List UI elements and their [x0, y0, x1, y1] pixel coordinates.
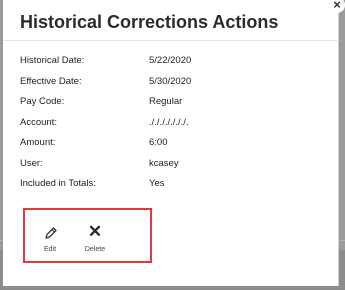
close-icon: × [333, 0, 341, 12]
field-user: User: kcasey [20, 158, 330, 179]
field-pay-code: Pay Code: Regular [20, 96, 330, 117]
field-label: Amount: [20, 137, 56, 148]
field-value: ./././././././. [149, 116, 189, 128]
field-label: Included in Totals: [20, 178, 96, 189]
field-effective-date: Effective Date: 5/30/2020 [20, 76, 330, 97]
field-value: 5/22/2020 [149, 55, 192, 66]
dialog-title: Historical Corrections Actions [20, 12, 279, 32]
field-amount: Amount: 6:00 [20, 137, 330, 158]
delete-label: Delete [84, 246, 106, 253]
edit-button[interactable]: Edit [30, 223, 70, 253]
title-divider [3, 40, 339, 41]
field-historical-date: Historical Date: 5/22/2020 [20, 55, 330, 76]
historical-corrections-dialog: Historical Corrections Actions Historica… [3, 0, 339, 286]
close-button[interactable]: × [329, 0, 345, 13]
field-value: Regular [149, 96, 183, 107]
field-label: Pay Code: [20, 96, 65, 107]
edit-label: Edit [43, 246, 57, 253]
field-account: Account: ./././././././. [20, 117, 330, 138]
details-list: Historical Date: 5/22/2020 Effective Dat… [20, 55, 330, 199]
pencil-icon [45, 227, 57, 239]
field-label: User: [20, 157, 43, 169]
field-value: kcasey [149, 157, 179, 169]
field-label: Historical Date: [20, 55, 85, 66]
actions-highlight-box: Edit ✕ Delete [23, 208, 152, 263]
field-value: Yes [149, 178, 165, 189]
x-icon: ✕ [87, 222, 103, 241]
field-included-in-totals: Included in Totals: Yes [20, 178, 330, 199]
field-value: 5/30/2020 [149, 75, 192, 87]
field-label: Account: [20, 116, 57, 128]
field-label: Effective Date: [20, 75, 82, 87]
field-value: 6:00 [149, 137, 168, 148]
delete-button[interactable]: ✕ Delete [75, 222, 115, 254]
